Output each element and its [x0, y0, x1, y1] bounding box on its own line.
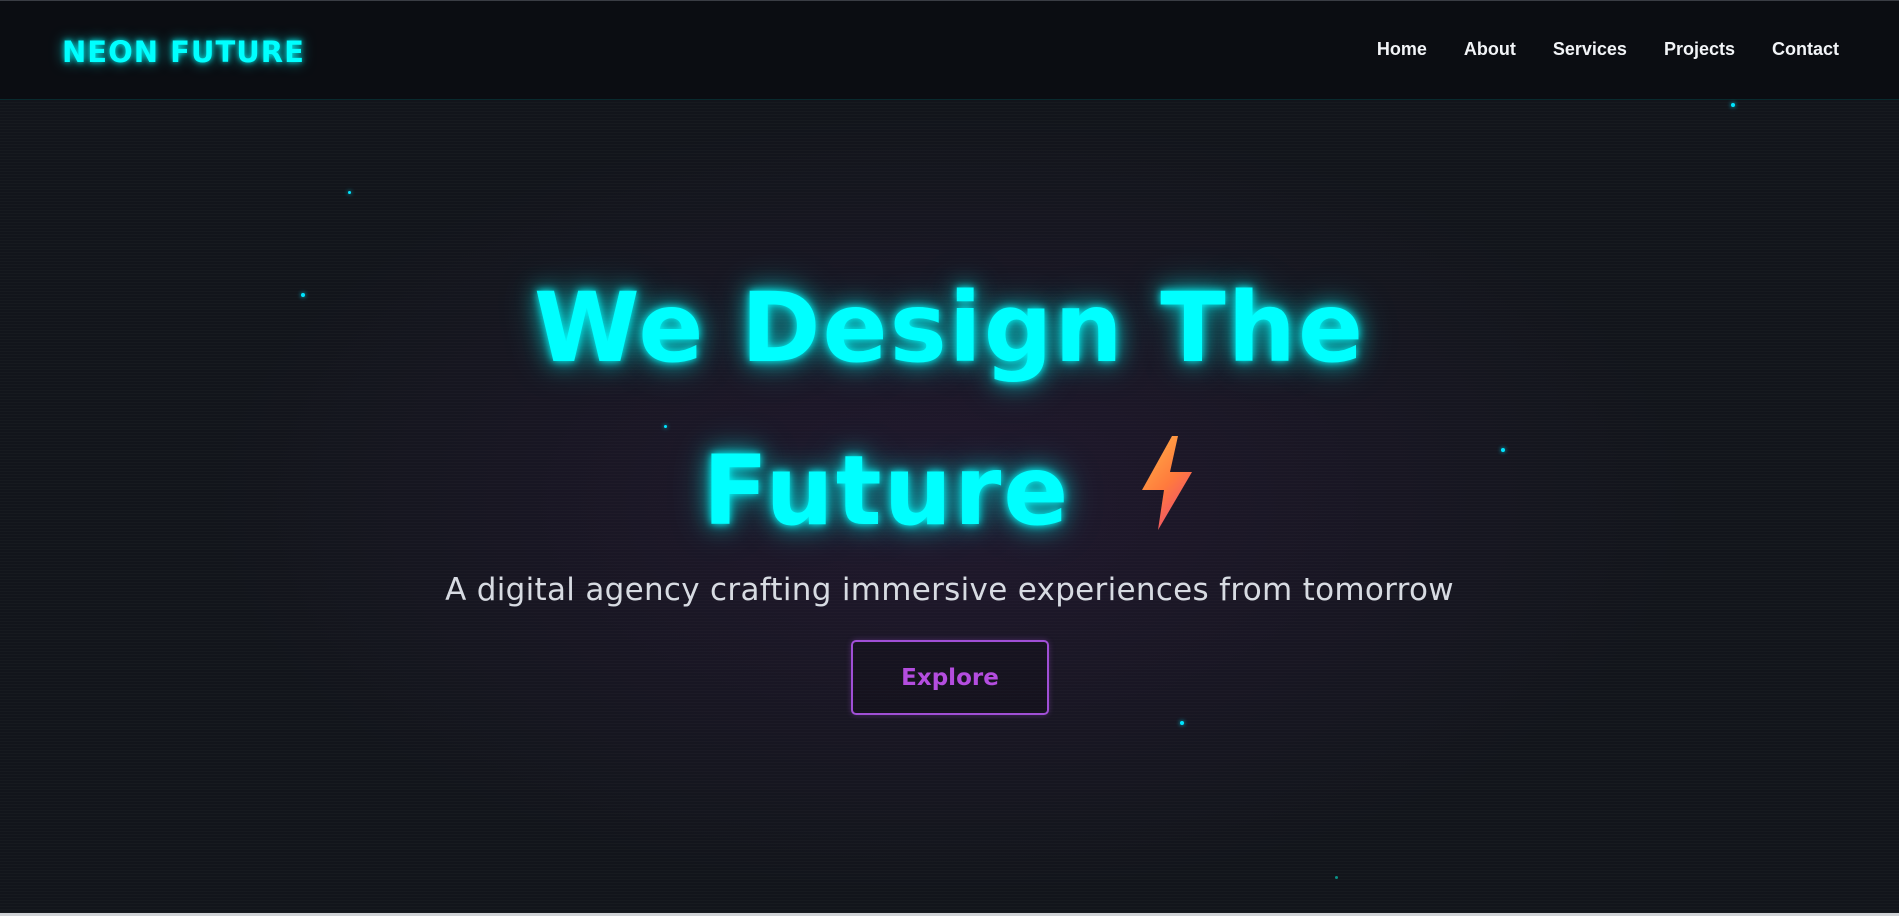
hero-title-line-1: We Design The — [533, 272, 1366, 385]
hero-title-line-2: Future — [0, 434, 1899, 547]
nav-link-projects[interactable]: Projects — [1664, 39, 1735, 60]
glow-particle — [1180, 721, 1184, 725]
glow-particle — [1335, 876, 1338, 879]
site-logo[interactable]: NEON FUTURE — [62, 35, 305, 69]
glow-particle — [664, 425, 667, 428]
top-navbar: NEON FUTURE Home About Services Projects… — [0, 0, 1899, 100]
glow-particle — [1731, 103, 1735, 107]
main-nav: Home About Services Projects Contact — [1340, 39, 1839, 60]
nav-link-services[interactable]: Services — [1553, 39, 1627, 60]
lightning-bolt-icon — [1138, 434, 1196, 532]
glow-particle — [348, 191, 351, 194]
explore-button[interactable]: Explore — [851, 640, 1049, 715]
nav-link-home[interactable]: Home — [1377, 39, 1427, 60]
nav-link-contact[interactable]: Contact — [1772, 39, 1839, 60]
landing-page: NEON FUTURE Home About Services Projects… — [0, 0, 1899, 916]
hero-subtitle: A digital agency crafting immersive expe… — [445, 572, 1454, 608]
nav-link-about[interactable]: About — [1464, 39, 1516, 60]
hero-title-word: Future — [702, 435, 1071, 548]
